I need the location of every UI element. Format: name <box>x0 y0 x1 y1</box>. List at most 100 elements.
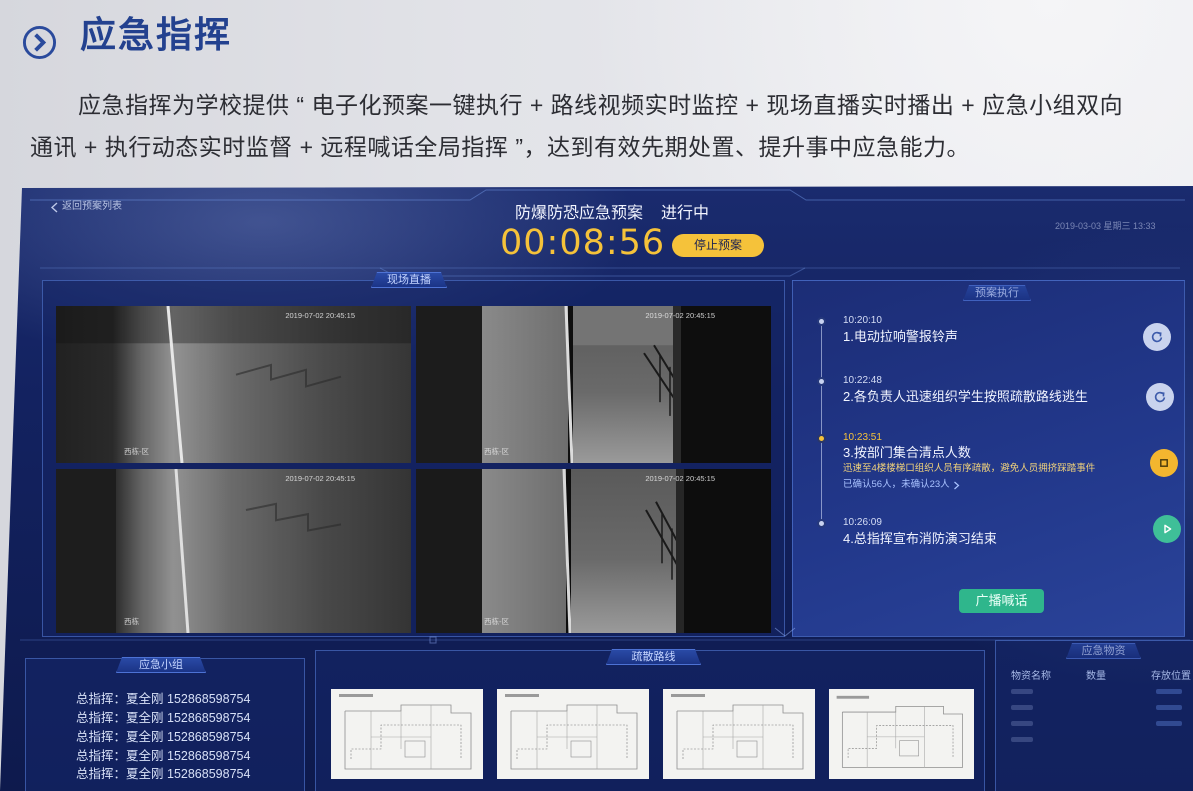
evacuation-routes-tab: 疏散路线 <box>606 649 701 665</box>
emergency-team-tab: 应急小组 <box>116 657 206 673</box>
member-phone: 152868598754 <box>163 730 251 744</box>
team-member-row: 总指挥：夏全刚 152868598754 <box>76 690 250 709</box>
step-time: 10:23:51 <box>843 432 882 443</box>
member-role: 总指挥： <box>76 692 127 706</box>
column-header-location: 存放位置 <box>1151 671 1191 682</box>
video-grid: 2019-07-02 20:45:15 西栋-区 2019-07-02 20:4… <box>56 306 771 633</box>
plan-name: 防爆防恐应急预案 <box>515 205 644 222</box>
member-role: 总指挥： <box>76 730 127 744</box>
timeline-dot <box>817 317 826 326</box>
start-step-button[interactable] <box>1153 515 1181 543</box>
member-name: 夏全刚 <box>126 730 164 744</box>
intro-line-1: 应急指挥为学校提供 “ 电子化预案一键执行 + 路线视频实时监控 + 现场直播实… <box>78 92 1124 118</box>
timeline-dot-active <box>817 434 826 443</box>
chevron-left-icon <box>50 201 58 213</box>
step-title: 4.总指挥宣布消防演习结束 <box>843 531 997 546</box>
stop-step-button[interactable] <box>1150 449 1178 477</box>
member-role: 总指挥： <box>76 711 127 725</box>
plan-status: 进行中 <box>661 205 710 222</box>
emergency-supplies-panel: 应急物资 物资名称 数量 存放位置 <box>995 640 1193 791</box>
floor-plan-image <box>836 695 963 768</box>
chevron-right-icon <box>953 481 960 489</box>
current-datetime: 2019-03-03 星期三 13:33 <box>1055 221 1156 231</box>
video-timestamp: 2019-07-02 20:45:15 <box>285 474 355 483</box>
plan-header: 防爆防恐应急预案 进行中 <box>515 204 709 224</box>
member-phone: 152868598754 <box>163 767 251 781</box>
floor-plan-thumbnail-2[interactable] <box>497 689 649 779</box>
member-phone: 152868598754 <box>163 711 251 725</box>
member-phone: 152868598754 <box>163 692 251 706</box>
refresh-icon <box>1151 331 1163 343</box>
column-header-name: 物资名称 <box>1011 671 1051 682</box>
member-name: 夏全刚 <box>126 711 164 725</box>
camera-image <box>56 469 411 633</box>
elapsed-timer: 00:08:56 <box>500 223 666 263</box>
timeline-dot <box>817 519 826 528</box>
step-time: 10:20:10 <box>843 315 882 326</box>
column-header-quantity: 数量 <box>1086 671 1106 682</box>
table-row-placeholder <box>1156 689 1182 694</box>
intro-line-2: 通讯 + 执行动态实时监督 + 远程喊话全局指挥 ”，达到有效先期处置、提升事中… <box>30 134 970 160</box>
step-title: 1.电动拉响警报铃声 <box>843 329 958 344</box>
member-name: 夏全刚 <box>126 749 164 763</box>
plan-execution-panel: 预案执行 10:20:10 1.电动拉响警报铃声 10:22:48 2.各负责人… <box>792 280 1185 637</box>
plan-execution-tab: 预案执行 <box>963 285 1031 301</box>
team-member-row: 总指挥：夏全刚 152868598754 <box>76 747 250 766</box>
live-broadcast-panel: 现场直播 2019-07-02 20:45:15 西栋-区 2019-07-02… <box>42 280 785 637</box>
table-row-placeholder <box>1011 705 1033 710</box>
timeline-dot <box>817 377 826 386</box>
camera-image <box>416 469 771 633</box>
camera-label: 西栋-区 <box>484 447 509 456</box>
table-row-placeholder <box>1156 721 1182 726</box>
live-broadcast-tab: 现场直播 <box>371 272 447 288</box>
member-role: 总指挥： <box>76 767 127 781</box>
table-row-placeholder <box>1156 705 1182 710</box>
member-phone: 152868598754 <box>163 749 251 763</box>
play-icon <box>1164 524 1172 534</box>
step-title: 2.各负责人迅速组织学生按照疏散路线逃生 <box>843 389 1088 404</box>
team-member-row: 总指挥：夏全刚 152868598754 <box>76 709 250 728</box>
camera-label: 西栋-区 <box>124 447 149 456</box>
emergency-team-panel: 应急小组 总指挥：夏全刚 152868598754 总指挥：夏全刚 152868… <box>25 658 305 791</box>
member-role: 总指挥： <box>76 749 127 763</box>
camera-image <box>416 306 771 463</box>
member-name: 夏全刚 <box>126 767 164 781</box>
video-timestamp: 2019-07-02 20:45:15 <box>645 311 715 320</box>
floor-plan-thumbnail-4[interactable] <box>829 689 974 779</box>
video-feed-3[interactable]: 2019-07-02 20:45:15 西栋 <box>56 469 411 633</box>
video-timestamp: 2019-07-02 20:45:15 <box>645 474 715 483</box>
back-label: 返回预案列表 <box>62 201 122 212</box>
team-member-row: 总指挥：夏全刚 152868598754 <box>76 728 250 747</box>
stop-plan-button[interactable]: 停止预案 <box>672 234 764 257</box>
timeline-line <box>821 321 822 526</box>
video-feed-1[interactable]: 2019-07-02 20:45:15 西栋-区 <box>56 306 411 463</box>
back-to-plan-list-link[interactable]: 返回预案列表 <box>50 201 122 213</box>
refresh-icon <box>1154 391 1166 403</box>
floor-plan-image <box>339 694 472 770</box>
video-timestamp: 2019-07-02 20:45:15 <box>285 311 355 320</box>
member-name: 夏全刚 <box>126 692 164 706</box>
step-title: 3.按部门集合清点人数 <box>843 445 971 460</box>
table-row-placeholder <box>1011 737 1033 742</box>
emergency-command-dashboard: 返回预案列表 防爆防恐应急预案 进行中 00:08:56 停止预案 2019-03… <box>0 186 1193 791</box>
table-row-placeholder <box>1011 689 1033 694</box>
video-feed-2[interactable]: 2019-07-02 20:45:15 西栋-区 <box>416 306 771 463</box>
step-time: 10:22:48 <box>843 375 882 386</box>
step-time: 10:26:09 <box>843 517 882 528</box>
video-feed-4[interactable]: 2019-07-02 20:45:15 西栋-区 <box>416 469 771 633</box>
evacuation-routes-panel: 疏散路线 <box>315 650 985 791</box>
step-detail: 迅速至4楼楼梯口组织人员有序疏散，避免人员拥挤踩踏事件 <box>843 463 1096 474</box>
headcount-link[interactable]: 已确认56人，未确认23人 <box>843 479 960 491</box>
stop-icon <box>1160 459 1168 467</box>
redo-step-button[interactable] <box>1143 323 1171 351</box>
floor-plan-thumbnail-1[interactable] <box>331 689 483 779</box>
floor-plan-image <box>505 694 638 770</box>
headcount-text: 已确认56人，未确认23人 <box>843 479 950 490</box>
page-title: 应急指挥 <box>80 14 233 55</box>
broadcast-button[interactable]: 广播喊话 <box>959 589 1044 613</box>
table-row-placeholder <box>1011 721 1033 726</box>
redo-step-button[interactable] <box>1146 383 1174 411</box>
team-member-row: 总指挥：夏全刚 152868598754 <box>76 765 250 784</box>
camera-image <box>56 306 411 463</box>
floor-plan-thumbnail-3[interactable] <box>663 689 815 779</box>
